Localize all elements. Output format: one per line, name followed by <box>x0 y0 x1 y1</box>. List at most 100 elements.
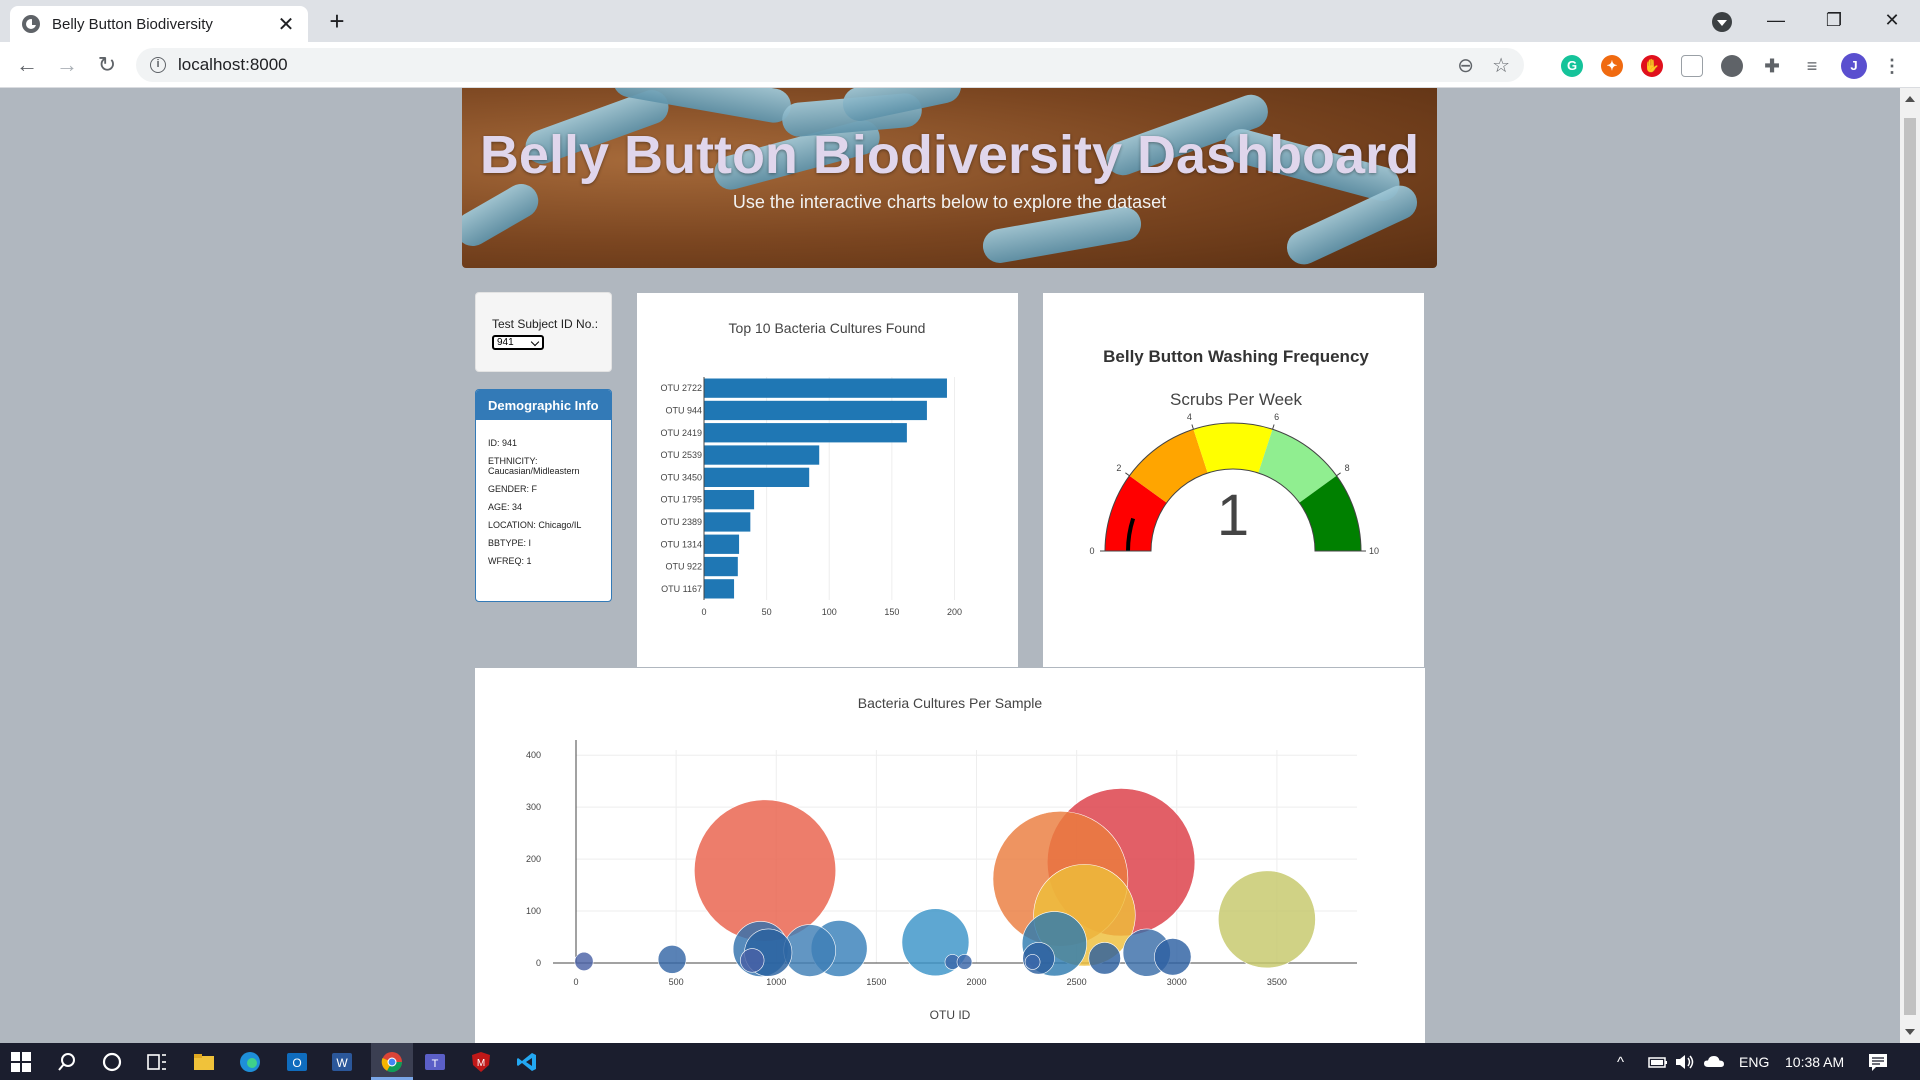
bar-y-tick-label: OTU 922 <box>665 562 702 572</box>
minimize-button[interactable]: — <box>1748 2 1804 38</box>
bubble-y-tick-label: 400 <box>526 750 541 760</box>
browser-tab[interactable]: Belly Button Biodiversity ✕ <box>10 6 308 42</box>
vscode-icon[interactable] <box>516 1051 538 1073</box>
tab-title: Belly Button Biodiversity <box>52 15 213 33</box>
grammarly-extension-icon[interactable]: G <box>1561 55 1583 77</box>
gauge-tick-label: 4 <box>1187 412 1192 422</box>
adblock-extension-icon[interactable]: ✋ <box>1641 55 1663 77</box>
bubble-chart-title: Bacteria Cultures Per Sample <box>858 695 1043 711</box>
bar-otu-2419 <box>704 423 907 443</box>
url-text[interactable]: localhost:8000 <box>178 55 1439 75</box>
bubble-y-tick-label: 300 <box>526 802 541 812</box>
bubble-otu-40 <box>574 951 594 971</box>
svg-text:O: O <box>292 1056 301 1070</box>
file-explorer-icon[interactable] <box>193 1051 215 1073</box>
bar-y-tick-label: OTU 2389 <box>660 517 702 527</box>
reload-icon[interactable]: ↻ <box>90 48 124 82</box>
tab-search-icon[interactable] <box>1712 12 1732 32</box>
gauge-chart-panel: Belly Button Washing Frequency Scrubs Per… <box>1043 293 1424 667</box>
back-arrow-icon[interactable]: ← <box>10 48 44 82</box>
subject-selector-panel: Test Subject ID No.: 941 <box>475 292 612 372</box>
media-playlist-icon[interactable]: ≡ <box>1801 55 1823 77</box>
windows-taskbar: O W T M ^ ENG 10:38 AM <box>0 1043 1920 1080</box>
svg-text:T: T <box>432 1058 439 1070</box>
gauge-tick <box>1336 472 1341 477</box>
subject-id-label: Test Subject ID No.: <box>492 317 599 331</box>
address-bar[interactable]: i localhost:8000 ⊖ ☆ <box>136 48 1524 82</box>
windows-start-icon[interactable] <box>10 1051 32 1073</box>
browser-toolbar: ← → ↻ i localhost:8000 ⊖ ☆ G ✦ ✋ ✚ ≡ J ⋮ <box>0 42 1920 88</box>
search-icon[interactable] <box>56 1051 78 1073</box>
new-tab-button[interactable]: + <box>322 6 352 36</box>
bubble-x-tick-label: 3500 <box>1267 977 1287 987</box>
chrome-taskbar-active[interactable] <box>371 1043 413 1080</box>
bubble-otu-2980 <box>1154 938 1192 976</box>
gauge-tick-label: 2 <box>1116 463 1121 473</box>
bar-y-tick-label: OTU 2419 <box>660 428 702 438</box>
teams-icon[interactable]: T <box>424 1051 446 1073</box>
bubble-y-tick-label: 100 <box>526 906 541 916</box>
forward-arrow-icon[interactable]: → <box>50 48 84 82</box>
page-subtitle: Use the interactive charts below to expl… <box>732 192 1167 212</box>
volume-icon[interactable] <box>1674 1051 1696 1073</box>
word-icon[interactable]: W <box>331 1051 353 1073</box>
cortana-icon[interactable] <box>101 1051 123 1073</box>
gauge-band-2 <box>1193 423 1273 474</box>
demo-ethnicity: ETHNICITY: Caucasian/Midleastern <box>488 456 580 476</box>
svg-text:M: M <box>477 1058 485 1069</box>
language-indicator[interactable]: ENG <box>1739 1054 1769 1070</box>
bubble-otu-480 <box>657 945 687 974</box>
restore-button[interactable]: ❐ <box>1806 2 1862 38</box>
scroll-thumb[interactable] <box>1904 118 1916 1015</box>
info-icon[interactable]: i <box>150 57 166 73</box>
fire-extension-icon[interactable]: ✦ <box>1601 55 1623 77</box>
gauge-tick <box>1125 472 1130 477</box>
bubble-x-tick-label: 0 <box>573 977 578 987</box>
puzzle-extensions-icon[interactable]: ✚ <box>1761 55 1783 77</box>
demo-location: LOCATION: Chicago/IL <box>488 520 582 530</box>
more-menu-icon[interactable]: ⋮ <box>1881 55 1903 77</box>
bookmark-star-icon[interactable]: ☆ <box>1492 53 1510 78</box>
bar-otu-1314 <box>704 534 740 554</box>
clock[interactable]: 10:38 AM <box>1785 1054 1844 1070</box>
bubble-x-axis-label: OTU ID <box>930 1008 971 1022</box>
clipboard-extension-icon[interactable] <box>1681 55 1703 77</box>
gauge-tick-label: 0 <box>1089 546 1094 556</box>
bar-otu-944 <box>704 400 927 421</box>
circle-extension-icon[interactable] <box>1721 55 1743 77</box>
bar-x-tick-label: 150 <box>884 607 899 617</box>
page-scrollbar[interactable] <box>1900 88 1920 1043</box>
edge-browser-icon[interactable] <box>239 1051 261 1073</box>
demo-wfreq: WFREQ: 1 <box>488 556 532 566</box>
gauge-chart[interactable]: Belly Button Washing Frequency Scrubs Per… <box>1043 293 1424 667</box>
bar-x-tick-label: 50 <box>762 607 772 617</box>
profile-avatar[interactable]: J <box>1841 53 1867 79</box>
bar-y-tick-label: OTU 3450 <box>660 472 702 482</box>
bar-chart[interactable]: Top 10 Bacteria Cultures Found 0 50 100 150 2… <box>637 293 1018 667</box>
bar-chart-title: Top 10 Bacteria Cultures Found <box>729 320 926 336</box>
subject-id-select[interactable]: 941 <box>492 335 544 350</box>
bubble-chart[interactable]: Bacteria Cultures Per Sample 0 100 200 300 40… <box>475 668 1425 1043</box>
show-hidden-icons-icon[interactable]: ^ <box>1617 1054 1624 1071</box>
outlook-icon[interactable]: O <box>286 1051 308 1073</box>
scroll-down-arrow-icon[interactable] <box>1905 1029 1915 1035</box>
bar-y-tick-label: OTU 2722 <box>660 383 702 393</box>
bar-otu-1167 <box>704 579 735 599</box>
task-view-icon[interactable] <box>146 1051 168 1073</box>
notifications-icon[interactable] <box>1867 1051 1889 1073</box>
bar-otu-2722 <box>704 378 947 398</box>
scroll-up-arrow-icon[interactable] <box>1905 96 1915 102</box>
close-tab-icon[interactable]: ✕ <box>276 12 296 37</box>
bubble-y-tick-label: 0 <box>536 958 541 968</box>
onedrive-cloud-icon[interactable] <box>1703 1051 1725 1073</box>
bar-otu-922 <box>704 556 738 577</box>
battery-icon[interactable] <box>1647 1051 1669 1073</box>
bubble-otu-3450 <box>1218 870 1316 969</box>
zoom-icon[interactable]: ⊖ <box>1457 53 1474 78</box>
bubble-y-tick-label: 200 <box>526 854 541 864</box>
bubble-x-tick-label: 1000 <box>766 977 786 987</box>
demographic-info-panel: Demographic Info ID: 941 ETHNICITY: Cauc… <box>475 389 612 602</box>
mcafee-icon[interactable]: M <box>470 1051 492 1073</box>
window-close-button[interactable]: ✕ <box>1864 2 1920 38</box>
bar-x-tick-label: 100 <box>822 607 837 617</box>
